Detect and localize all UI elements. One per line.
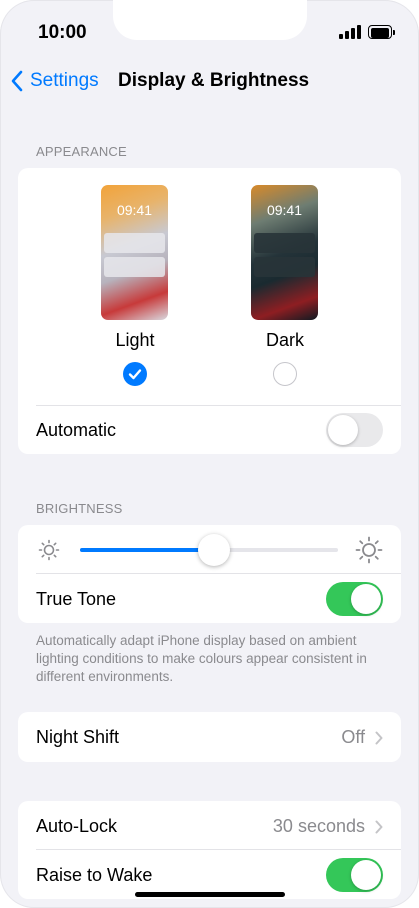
preview-widget — [254, 233, 315, 253]
divider — [36, 405, 401, 406]
brightness-group: True Tone — [18, 525, 401, 623]
true-tone-label: True Tone — [36, 589, 117, 609]
back-label: Settings — [30, 70, 99, 91]
night-shift-detail: Off — [341, 727, 383, 748]
appearance-header: APPEARANCE — [36, 144, 127, 159]
appearance-group: 09:41 09:41 Light Dark Automatic — [18, 168, 401, 454]
true-tone-footnote: Automatically adapt iPhone display based… — [36, 633, 367, 684]
dark-label: Dark — [265, 330, 304, 350]
light-mode-preview[interactable]: 09:41 — [101, 185, 168, 320]
light-label: Light — [115, 330, 155, 350]
preview-widget — [104, 257, 165, 277]
cellular-signal-icon — [339, 25, 361, 39]
divider — [36, 849, 401, 850]
page-title: Display & Brightness — [118, 70, 310, 91]
preview-widget — [104, 233, 165, 253]
night-shift-value: Off — [341, 727, 365, 747]
chevron-left-icon — [11, 70, 23, 92]
checkmark-icon — [128, 369, 142, 380]
auto-lock-label: Auto-Lock — [36, 816, 118, 836]
automatic-label: Automatic — [36, 420, 117, 440]
brightness-slider-thumb[interactable] — [198, 534, 231, 566]
brightness-header: BRIGHTNESS — [36, 501, 123, 516]
divider — [36, 573, 401, 574]
notch — [113, 0, 307, 40]
home-indicator[interactable] — [135, 892, 285, 897]
light-radio[interactable] — [123, 362, 147, 386]
battery-icon — [368, 25, 395, 39]
phone-screen: 10:00 Settings Display & Brightness APPE… — [0, 0, 419, 908]
raise-to-wake-label: Raise to Wake — [36, 865, 153, 885]
auto-lock-row[interactable]: Auto-Lock 30 seconds — [18, 801, 401, 850]
sun-small-icon — [38, 539, 60, 561]
light-preview-time: 09:41 — [116, 202, 153, 218]
brightness-slider[interactable] — [80, 534, 338, 566]
brightness-slider-fill — [80, 548, 215, 552]
lock-group: Auto-Lock 30 seconds Raise to Wake — [18, 801, 401, 899]
night-shift-label: Night Shift — [36, 727, 120, 747]
night-shift-row[interactable]: Night Shift Off — [18, 712, 401, 762]
chevron-right-icon — [375, 731, 383, 744]
back-button[interactable]: Settings — [10, 68, 99, 94]
preview-widget — [254, 257, 315, 277]
dark-radio[interactable] — [273, 362, 297, 386]
automatic-toggle[interactable] — [326, 413, 383, 447]
dark-preview-time: 09:41 — [266, 202, 303, 218]
chevron-right-icon — [375, 820, 383, 833]
true-tone-toggle[interactable] — [326, 582, 383, 616]
auto-lock-value: 30 seconds — [272, 816, 365, 836]
auto-lock-detail: 30 seconds — [273, 816, 383, 837]
dark-mode-preview[interactable]: 09:41 — [251, 185, 318, 320]
sun-large-icon — [355, 536, 383, 564]
status-time: 10:00 — [38, 22, 87, 43]
raise-to-wake-toggle[interactable] — [326, 858, 383, 892]
